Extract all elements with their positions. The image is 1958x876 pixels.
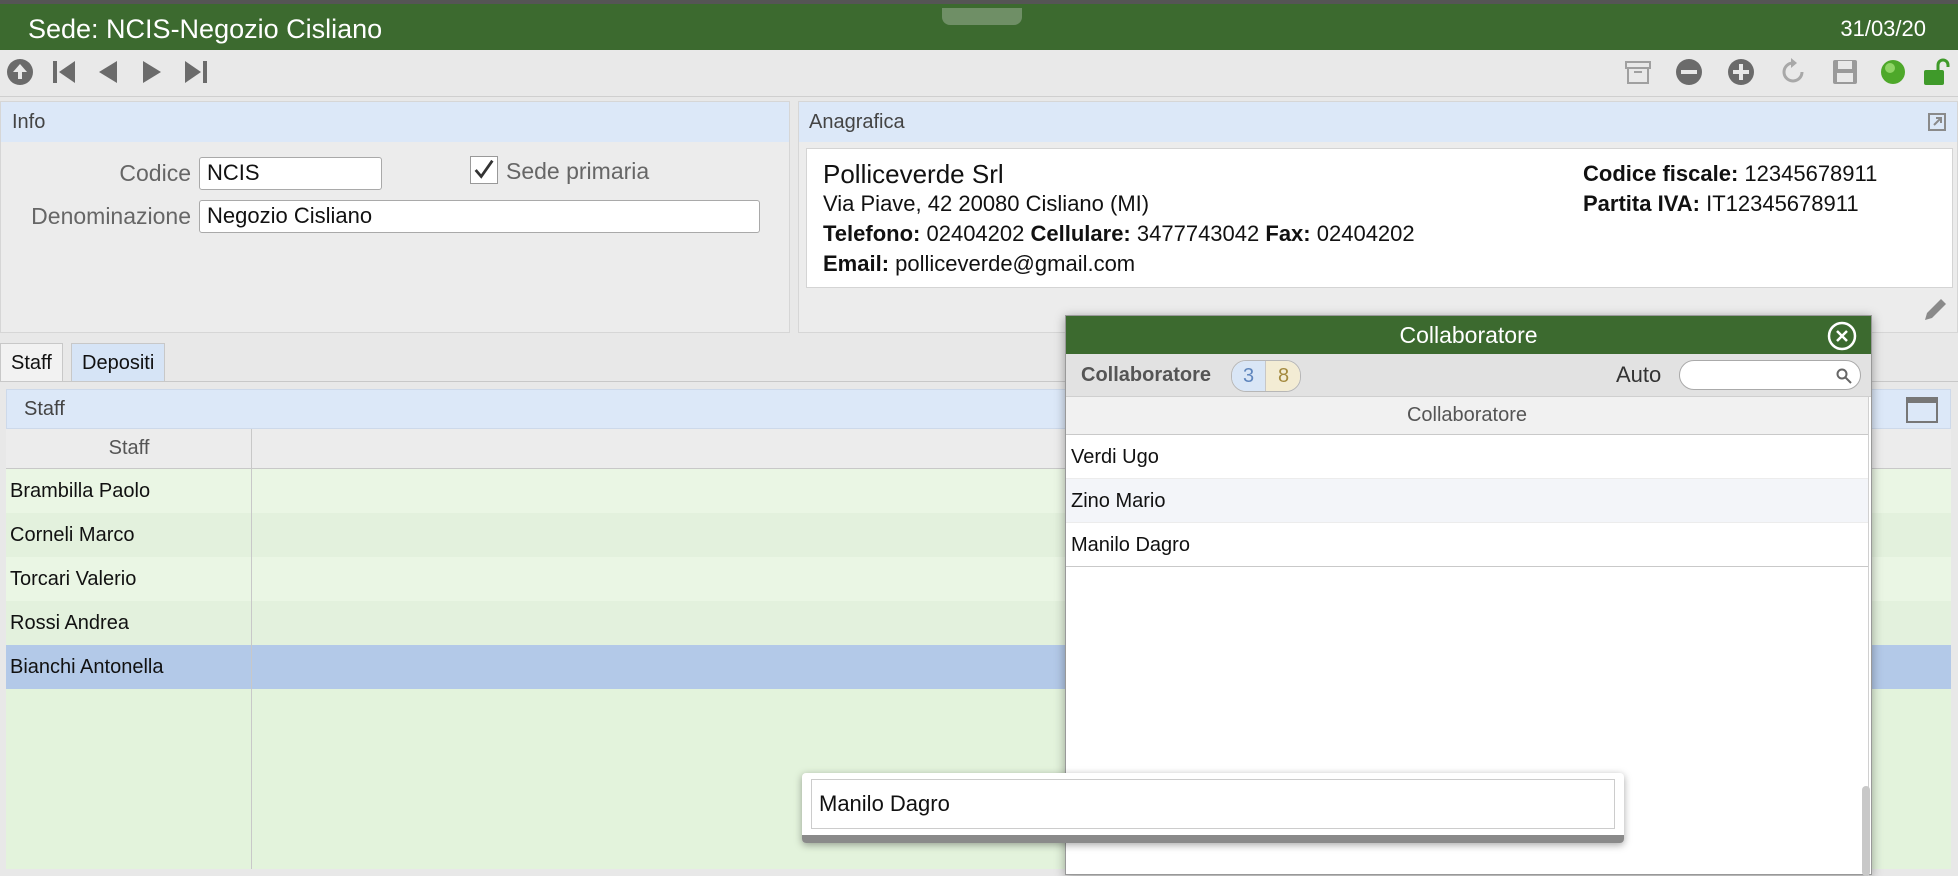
email-label: Email: (823, 251, 890, 276)
count-filtered: 3 (1232, 361, 1265, 391)
unlock-icon[interactable] (1920, 56, 1952, 88)
email-value: polliceverde@gmail.com (895, 251, 1136, 276)
anagrafica-card: Polliceverde Srl Via Piave, 42 20080 Cis… (806, 148, 1953, 288)
fax-value: 02404202 (1316, 221, 1415, 246)
drag-handle[interactable] (942, 8, 1022, 25)
next-record-icon[interactable] (136, 56, 168, 88)
status-green-icon[interactable] (1877, 56, 1909, 88)
popup-filter-bar: Collaboratore 3 8 Auto (1066, 354, 1871, 397)
staff-name: Brambilla Paolo (10, 480, 151, 502)
count-total: 8 (1265, 361, 1300, 391)
fax-label: Fax: (1265, 221, 1311, 246)
partita-iva-value: IT12345678911 (1706, 191, 1859, 216)
telefono-value: 02404202 (926, 221, 1025, 246)
staff-name: Torcari Valerio (10, 568, 137, 590)
codice-fiscale-line: Codice fiscale: 12345678911 (1583, 161, 1877, 187)
staff-name: Bianchi Antonella (10, 656, 164, 678)
denominazione-field[interactable]: Negozio Cisliano (199, 200, 760, 233)
remove-icon[interactable] (1673, 56, 1705, 88)
last-record-icon[interactable] (180, 56, 212, 88)
staff-column-header[interactable]: Staff (6, 437, 252, 460)
staff-name: Rossi Andrea (10, 612, 129, 634)
staff-name: Corneli Marco (10, 524, 135, 546)
telefono-label: Telefono: (823, 221, 921, 246)
date-label: 31/03/20 (1840, 16, 1926, 41)
list-item[interactable]: Verdi Ugo (1066, 435, 1868, 479)
email-line: Email: polliceverde@gmail.com (823, 251, 1135, 277)
popup-column-header[interactable]: Collaboratore (1066, 397, 1868, 435)
info-panel: Info Codice NCIS Sede primaria Denominaz… (0, 101, 790, 333)
list-item[interactable]: Zino Mario (1066, 479, 1868, 523)
floating-input-shadow-bar (802, 835, 1624, 843)
cellulare-label: Cellulare: (1030, 221, 1131, 246)
popup-title-bar: Collaboratore (1066, 316, 1871, 354)
address: Via Piave, 42 20080 Cisliano (MI) (823, 191, 1150, 216)
up-circle-icon[interactable] (4, 56, 36, 88)
row-divider (251, 469, 252, 869)
save-icon[interactable] (1829, 56, 1861, 88)
cellulare-value: 3477743042 (1136, 221, 1260, 246)
sede-primaria-checkbox[interactable] (470, 156, 498, 184)
archive-icon[interactable] (1622, 56, 1654, 88)
popup-search-input[interactable] (1679, 360, 1861, 390)
maximize-icon[interactable] (1906, 397, 1938, 423)
window-title: Sede: NCIS-Negozio Cisliano (28, 14, 383, 44)
prev-record-icon[interactable] (92, 56, 124, 88)
open-link-icon[interactable] (1927, 112, 1947, 132)
auto-label: Auto (1616, 362, 1662, 387)
floating-input-box: Manilo Dagro (802, 773, 1624, 843)
popup-scrollbar[interactable] (1862, 786, 1870, 876)
company-name: Polliceverde Srl (823, 159, 1004, 189)
tab-depositi[interactable]: Depositi (71, 343, 166, 381)
first-record-icon[interactable] (48, 56, 80, 88)
popup-title: Collaboratore (1399, 322, 1538, 348)
list-item[interactable]: Manilo Dagro (1066, 523, 1868, 567)
denominazione-label: Denominazione (31, 203, 191, 229)
count-badge: 3 8 (1231, 360, 1301, 392)
codice-fiscale-label: Codice fiscale: (1583, 161, 1739, 186)
anagrafica-header: Anagrafica (799, 102, 1957, 142)
close-icon[interactable] (1827, 321, 1857, 351)
info-header: Info (1, 102, 789, 142)
tab-staff[interactable]: Staff (0, 343, 63, 381)
add-icon[interactable] (1725, 56, 1757, 88)
floating-input[interactable]: Manilo Dagro (811, 779, 1615, 829)
phone-line: Telefono: 02404202 Cellulare: 3477743042… (823, 221, 1415, 247)
codice-fiscale-value: 12345678911 (1744, 161, 1878, 186)
toolbar (0, 50, 1958, 97)
codice-field[interactable]: NCIS (199, 157, 382, 190)
staff-header: Staff (24, 398, 65, 420)
search-icon[interactable] (1836, 368, 1852, 384)
refresh-icon[interactable] (1777, 56, 1809, 88)
checkmark-icon (474, 159, 494, 179)
partita-iva-line: Partita IVA: IT12345678911 (1583, 191, 1859, 217)
popup-label: Collaboratore (1081, 364, 1212, 386)
partita-iva-label: Partita IVA: (1583, 191, 1700, 216)
edit-pencil-icon[interactable] (1921, 296, 1949, 324)
codice-label: Codice (119, 160, 191, 186)
title-bar: Sede: NCIS-Negozio Cisliano 31/03/20 (0, 0, 1958, 50)
anagrafica-panel: Anagrafica Polliceverde Srl Via Piave, 4… (798, 101, 1958, 333)
sede-primaria-label: Sede primaria (506, 158, 650, 184)
